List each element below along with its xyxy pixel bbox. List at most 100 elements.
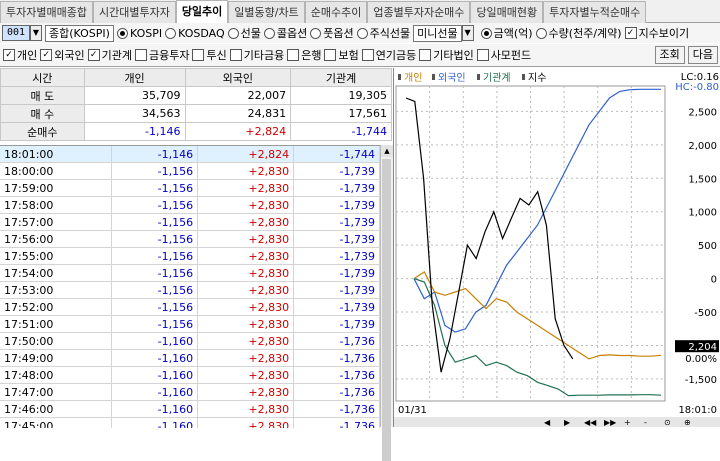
checkbox-box[interactable] [287, 49, 300, 61]
index-view-label: 지수보이기 [638, 27, 690, 40]
checkbox-box[interactable]: ✓ [624, 27, 637, 39]
chart-nav-icon[interactable]: ⊙ [664, 418, 671, 427]
radio-dot[interactable] [165, 27, 177, 39]
checkbox-box[interactable] [135, 49, 147, 61]
table-row[interactable]: 17:57:00 -1,156 +2,830 -1,739 [0, 213, 380, 231]
table-row[interactable]: 17:53:00 -1,156 +2,830 -1,739 [0, 281, 380, 299]
chart-nav-icon[interactable]: ◀◀ [584, 418, 597, 427]
unit-radio-0[interactable]: 금액(억) [480, 25, 533, 41]
table-cell: +2,830 [197, 315, 295, 333]
table-cell: 17:45:00 [0, 417, 113, 428]
checkbox-box[interactable] [361, 49, 374, 61]
market-radio-label: 콜옵션 [276, 27, 308, 40]
radio-dot[interactable] [263, 27, 275, 39]
mini-futures-dropdown[interactable]: ▼ [461, 25, 474, 41]
investor-checkbox-1[interactable]: ✓ 외국인 [40, 47, 85, 63]
tab-3[interactable]: 일별동향/차트 [228, 1, 305, 23]
tab-6[interactable]: 당일매매현황 [470, 1, 544, 23]
table-row[interactable]: 17:56:00 -1,156 +2,830 -1,739 [0, 230, 380, 248]
query-button[interactable]: 조회 [654, 46, 685, 64]
checkbox-box[interactable]: ✓ [40, 49, 53, 61]
table-row[interactable]: 18:00:00 -1,156 +2,830 -1,739 [0, 162, 380, 180]
tab-1[interactable]: 시간대별투자자 [92, 1, 176, 23]
summary-cell: -1,146 [83, 122, 186, 141]
table-row[interactable]: 17:54:00 -1,156 +2,830 -1,739 [0, 264, 380, 282]
y-tick-label: 1,000 [688, 208, 717, 219]
investor-checkbox-0[interactable]: ✓ 개인 [3, 47, 37, 63]
summary-header-cell: 시간 [0, 68, 85, 87]
radio-dot[interactable] [356, 27, 368, 39]
table-row[interactable]: 18:01:00 -1,146 +2,824 -1,744 [0, 146, 380, 163]
table-cell: +2,830 [197, 281, 295, 299]
market-radio-3[interactable]: 콜옵션 [263, 25, 308, 41]
table-row[interactable]: 17:47:00 -1,160 +2,830 -1,736 [0, 383, 380, 401]
radio-dot[interactable] [116, 27, 128, 39]
checkbox-box[interactable] [476, 49, 489, 61]
market-radio-1[interactable]: KOSDAQ [165, 25, 225, 41]
tab-0[interactable]: 투자자별매매종합 [0, 1, 93, 23]
table-row[interactable]: 17:50:00 -1,160 +2,830 -1,736 [0, 332, 380, 350]
market-radio-0[interactable]: KOSPI [116, 25, 162, 41]
table-row[interactable]: 17:45:00 -1,160 +2,830 -1,736 [0, 417, 380, 428]
chart-nav-icon[interactable]: - [644, 418, 647, 427]
checkbox-box[interactable] [324, 49, 337, 61]
radio-dot[interactable] [480, 27, 492, 39]
investor-checkbox-2[interactable]: ✓ 기관계 [87, 47, 132, 63]
scroll-up-icon[interactable]: ▲ [381, 145, 393, 157]
tab-5[interactable]: 업종별투자자순매수 [367, 1, 471, 23]
scroll-thumb[interactable] [382, 159, 391, 461]
checkbox-box[interactable] [192, 49, 205, 61]
table-row[interactable]: 17:55:00 -1,156 +2,830 -1,739 [0, 247, 380, 265]
table-row[interactable]: 17:48:00 -1,160 +2,830 -1,736 [0, 366, 380, 384]
investor-checkbox-5[interactable]: 기타금융 [229, 47, 284, 63]
radio-dot[interactable] [535, 27, 547, 39]
table-row[interactable]: 17:58:00 -1,156 +2,830 -1,739 [0, 196, 380, 214]
checkbox-box[interactable] [419, 49, 432, 61]
radio-dot[interactable] [227, 27, 239, 39]
chart-nav-icon[interactable]: + [624, 418, 631, 427]
investor-checkbox-4[interactable]: 투신 [192, 47, 227, 63]
chart-nav-icon[interactable]: ⊕ [684, 418, 691, 427]
chart-nav-icon[interactable]: ◀ [544, 418, 551, 427]
chart-nav-icon[interactable]: ▶▶ [604, 418, 617, 427]
index-view-checkbox[interactable]: ✓ 지수보이기 [624, 25, 690, 41]
table-cell: +2,830 [197, 400, 295, 418]
checkbox-box[interactable] [229, 49, 242, 61]
mini-futures-field[interactable]: 미니선물 [413, 24, 462, 42]
investor-checkbox-3[interactable]: 금융투자 [135, 47, 189, 63]
next-button[interactable]: 다음 [687, 46, 718, 64]
market-radio-label: 주식선물 [369, 27, 411, 40]
current-value: 2,204 [688, 342, 717, 353]
investor-checkbox-6[interactable]: 은행 [287, 47, 321, 63]
table-cell: -1,160 [111, 366, 199, 384]
tab-7[interactable]: 투자자별누적순매수 [543, 1, 647, 23]
market-radio-5[interactable]: 주식선물 [356, 25, 411, 41]
table-row[interactable]: 17:46:00 -1,160 +2,830 -1,736 [0, 400, 380, 418]
investor-checkbox-9[interactable]: 기타법인 [419, 47, 474, 63]
legend-marker [432, 74, 435, 80]
market-code-field[interactable]: 001 [2, 25, 30, 41]
trend-chart-panel: 2,5002,0001,5001,0005000-500-1,000-1,500… [393, 68, 720, 427]
investor-checkbox-8[interactable]: 연기금등 [361, 47, 416, 63]
table-row[interactable]: 17:49:00 -1,160 +2,830 -1,736 [0, 349, 380, 367]
tab-2[interactable]: 당일추이 [175, 0, 229, 23]
investor-checkbox-10[interactable]: 사모펀드 [476, 47, 531, 63]
radio-dot[interactable] [310, 27, 322, 39]
summary-cell: +2,824 [184, 122, 292, 141]
checkbox-box[interactable]: ✓ [87, 49, 100, 61]
investor-checkbox-7[interactable]: 보험 [324, 47, 359, 63]
chart-nav-icon[interactable]: ▶ [564, 418, 571, 427]
table-cell: 17:52:00 [0, 298, 113, 316]
unit-radio-1[interactable]: 수량(천주/계약) [535, 25, 622, 41]
market-radio-2[interactable]: 선물 [227, 25, 261, 41]
checkbox-box[interactable]: ✓ [3, 49, 15, 61]
market-radio-4[interactable]: 풋옵션 [310, 25, 354, 41]
table-row[interactable]: 17:52:00 -1,156 +2,830 -1,739 [0, 298, 380, 316]
market-code-dropdown[interactable]: ▼ [30, 25, 42, 41]
table-row[interactable]: 17:59:00 -1,156 +2,830 -1,739 [0, 179, 380, 197]
y-tick-label: -1,500 [685, 375, 717, 386]
vertical-scrollbar[interactable]: ▲ [380, 145, 393, 461]
tab-4[interactable]: 순매수추이 [304, 1, 368, 23]
table-row[interactable]: 17:51:00 -1,156 +2,830 -1,739 [0, 315, 380, 333]
chart-nav-bar[interactable] [394, 417, 720, 427]
